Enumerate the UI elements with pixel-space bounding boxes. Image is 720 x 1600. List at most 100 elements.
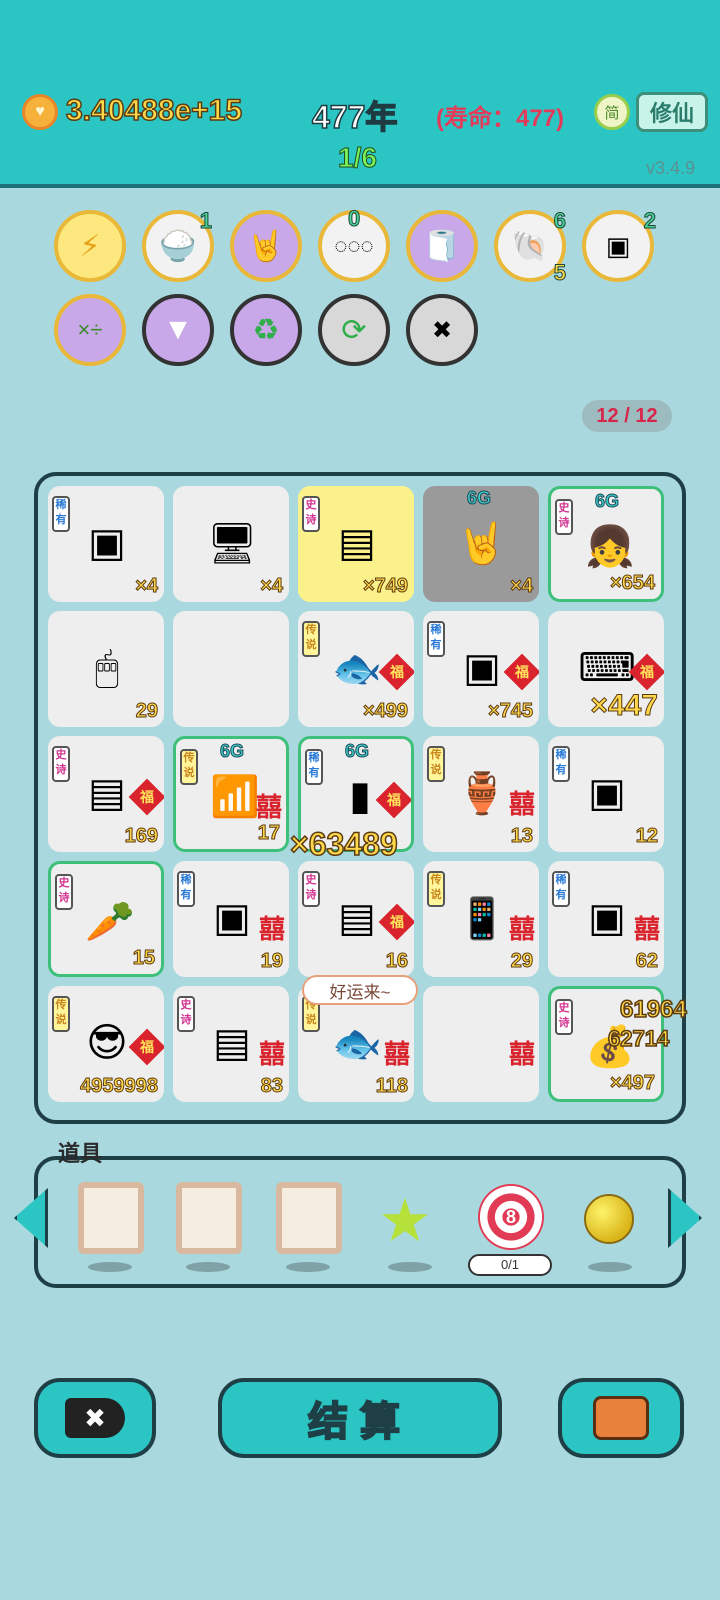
board-cell[interactable]: 稀有 ▣ 囍 62 — [548, 861, 664, 977]
cultivate-button[interactable]: 修仙 — [636, 92, 708, 132]
fu-diamond-icon: 福 — [378, 903, 414, 941]
board-cell[interactable]: 传说 📶 6G 囍 17 — [173, 736, 289, 852]
board-cell[interactable]: 史诗 👧 6G ×654 — [548, 486, 664, 602]
chip-count: 2 — [643, 208, 656, 234]
props-left-arrow[interactable] — [14, 1188, 48, 1248]
rarity-tag: 传说 — [427, 871, 445, 907]
network-badge: 6G — [344, 741, 370, 762]
mouse-icon: 🖱 — [95, 645, 119, 690]
speech-bubble: 好运来~ — [302, 975, 418, 1005]
cpu-icon: ▣ — [88, 521, 126, 565]
rarity-tag: 稀有 — [52, 496, 70, 532]
refresh-skill[interactable]: ⟳ — [318, 294, 390, 366]
face-icon: 😎 — [86, 1021, 128, 1065]
cell-value: 19 — [260, 950, 283, 973]
board-cell[interactable]: 传说 🏺 囍 13 — [423, 736, 539, 852]
fu-diamond-icon: 福 — [378, 653, 414, 691]
fu-diamond-icon: 福 — [503, 653, 539, 691]
rarity-tag: 稀有 — [552, 746, 570, 782]
rarity-tag: 传说 — [180, 749, 198, 785]
rice-bowl-count: 1 — [199, 208, 212, 234]
cell-value: 15 — [132, 947, 155, 970]
board-slot-counter: 12 / 12 — [582, 400, 672, 432]
cell-value: 16 — [385, 950, 408, 973]
year-counter: 477年 — [311, 98, 398, 136]
koi-fish-icon: 🐟 — [332, 646, 382, 691]
gpu-icon: ▤ — [213, 1021, 251, 1065]
empty-board-cell[interactable] — [173, 611, 289, 727]
cell-value: 83 — [260, 1075, 283, 1098]
prop-shadow — [88, 1262, 132, 1272]
recycle-skill[interactable]: ♻ — [230, 294, 302, 366]
board-cell[interactable]: 传说 🐟 福 ×499 — [298, 611, 414, 727]
board-cell[interactable]: 史诗 ▤ 福 169 — [48, 736, 164, 852]
skirt-skill[interactable]: ▼ — [142, 294, 214, 366]
rarity-tag: 传说 — [427, 746, 445, 782]
egg-tray-skill[interactable]: ◌◌◌ 0 — [318, 206, 390, 282]
remove-button[interactable]: ✖ — [34, 1378, 156, 1458]
language-button[interactable]: 简 — [594, 94, 630, 130]
chip-skill[interactable]: ▣ 2 — [582, 208, 657, 282]
settle-button[interactable]: 结算 — [218, 1378, 502, 1458]
coin-popup: 61964 — [619, 995, 687, 1024]
tissue-box-skill[interactable]: 🧻 — [406, 210, 478, 282]
double-happiness-icon: 囍 — [255, 792, 282, 822]
lightning-skill[interactable]: ⚡ — [54, 210, 126, 282]
cell-value: ×447 — [590, 689, 659, 723]
board-cell[interactable]: 🖱 29 — [48, 611, 164, 727]
coin-icon: ♥ — [22, 94, 58, 130]
prop-slot-empty[interactable] — [78, 1182, 144, 1254]
egg-tray-icon: ◌◌◌ — [334, 233, 374, 258]
empty-board-cell[interactable]: 囍 — [423, 986, 539, 1102]
target-number: 8 — [505, 1206, 516, 1227]
golden-ball-icon[interactable] — [584, 1194, 634, 1244]
refresh-icon: ⟳ — [341, 313, 367, 347]
network-badge: 6G — [219, 741, 245, 762]
board-cell[interactable]: 传说 📱 囍 29 — [423, 861, 539, 977]
board-cell[interactable]: 🖥 ×4 — [173, 486, 289, 602]
board-cell[interactable]: 稀有 ▣ ×4 — [48, 486, 164, 602]
prop-shadow — [588, 1262, 632, 1272]
fu-diamond-icon: 福 — [128, 1028, 164, 1066]
rarity-tag: 稀有 — [552, 871, 570, 907]
math-character-skill[interactable]: ×÷ — [54, 294, 126, 366]
board-cell[interactable]: 传说 😎 福 4959998 — [48, 986, 164, 1102]
rarity-tag: 传说 — [302, 621, 320, 657]
board-cell[interactable]: 史诗 ▤ 福 16 — [298, 861, 414, 977]
rarity-tag: 史诗 — [55, 874, 73, 910]
backpack-button[interactable] — [558, 1378, 684, 1458]
version-label: v3.4.9 — [646, 158, 696, 178]
board-cell[interactable]: ⌨ 福 ×447 — [548, 611, 664, 727]
prop-slot-empty[interactable] — [176, 1182, 242, 1254]
double-happiness-icon: 囍 — [508, 789, 535, 819]
star-icon[interactable]: ★ — [378, 1186, 432, 1256]
board-cell[interactable]: 稀有 ▣ 12 — [548, 736, 664, 852]
fu-diamond-icon: 福 — [128, 778, 164, 816]
board-cell[interactable]: 稀有 ▣ 福 ×745 — [423, 611, 539, 727]
rarity-tag: 稀有 — [427, 621, 445, 657]
board-cell[interactable]: 🤘 6G ×4 — [423, 486, 539, 602]
board-cell[interactable]: 史诗 ▤ ×749 — [298, 486, 414, 602]
board-cell[interactable]: 稀有 ▣ 囍 19 — [173, 861, 289, 977]
delete-tag-skill[interactable]: ✖ — [406, 294, 478, 366]
rock-hand-skill[interactable]: 🤘 — [230, 210, 302, 282]
girl-icon: 👧 — [585, 524, 635, 569]
cell-value: ×4 — [260, 575, 284, 598]
coin-total: 3.40488e+15 — [65, 93, 243, 128]
cell-value: ×4 — [510, 575, 534, 598]
board-cell[interactable]: 史诗 ▤ 囍 83 — [173, 986, 289, 1102]
shell-skill[interactable]: 🐚 6 5 — [494, 208, 567, 286]
rice-bowl-skill[interactable]: 🍚 1 — [142, 208, 214, 282]
briefcase-icon — [593, 1396, 649, 1440]
cell-value: ×499 — [362, 700, 408, 723]
vase-icon: 🏺 — [457, 771, 507, 816]
prop-slot-empty[interactable] — [276, 1182, 342, 1254]
cell-value: ×4 — [135, 575, 159, 598]
rarity-tag: 史诗 — [302, 496, 320, 532]
cell-value: 13 — [510, 825, 533, 848]
board-cell[interactable]: 史诗 🥕 15 — [48, 861, 164, 977]
rarity-tag: 史诗 — [52, 746, 70, 782]
target-icon[interactable]: 8 — [478, 1184, 544, 1250]
shell-icon: 🐚 — [511, 229, 549, 263]
rock-hand-icon: 🤘 — [457, 521, 507, 566]
